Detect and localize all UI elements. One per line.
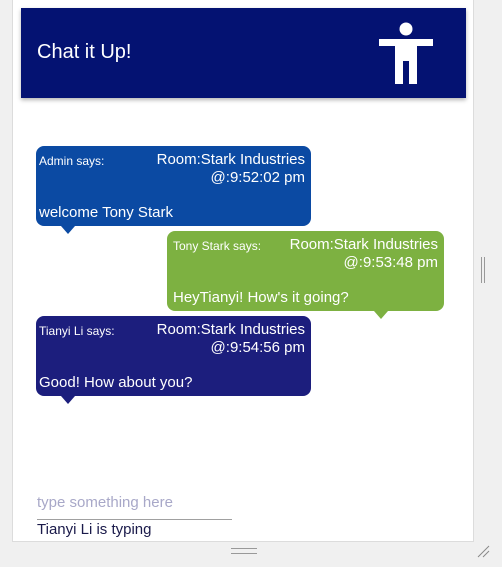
message-meta: Room:Stark Industries @:9:52:02 pm — [157, 151, 305, 187]
message-time: @:9:54:56 pm — [210, 339, 305, 356]
message-bubble-admin: Admin says: Room:Stark Industries @:9:52… — [36, 146, 311, 234]
typing-indicator: Tianyi Li is typing — [37, 521, 152, 538]
app-header: Chat it Up! — [21, 8, 466, 98]
message-time: @:9:53:48 pm — [343, 254, 438, 271]
accessibility-person-icon[interactable] — [379, 22, 433, 84]
message-room: Room:Stark Industries — [156, 321, 305, 338]
message-sender: Tony Stark says: — [173, 239, 262, 253]
bubble-tail — [374, 311, 388, 319]
message-room: Room:Stark Industries — [289, 236, 438, 253]
message-sender: Tianyi Li says: — [39, 324, 115, 338]
message-bubble-tianyi-li: Tianyi Li says: Room:Stark Industries @:… — [36, 316, 311, 404]
message-time: @:9:52:02 pm — [210, 169, 305, 186]
message-meta: Room:Stark Industries @:9:54:56 pm — [157, 321, 305, 357]
app-title: Chat it Up! — [37, 41, 132, 63]
resize-grip[interactable] — [231, 548, 257, 554]
message-composer — [37, 490, 232, 520]
message-sender: Admin says: — [39, 154, 105, 168]
message-text: welcome Tony Stark — [39, 204, 173, 221]
resize-corner-icon[interactable] — [476, 544, 490, 558]
message-input[interactable] — [37, 490, 232, 514]
message-room: Room:Stark Industries — [156, 151, 305, 168]
bubble-tail — [61, 396, 75, 404]
bubble-tail — [61, 226, 75, 234]
message-meta: Room:Stark Industries @:9:53:48 pm — [290, 236, 438, 272]
message-bubble-tony-stark: Tony Stark says: Room:Stark Industries @… — [167, 231, 444, 319]
message-text: HeyTianyi! How's it going? — [173, 289, 349, 306]
pane-splitter-handle[interactable] — [481, 257, 485, 283]
message-text: Good! How about you? — [39, 374, 193, 391]
